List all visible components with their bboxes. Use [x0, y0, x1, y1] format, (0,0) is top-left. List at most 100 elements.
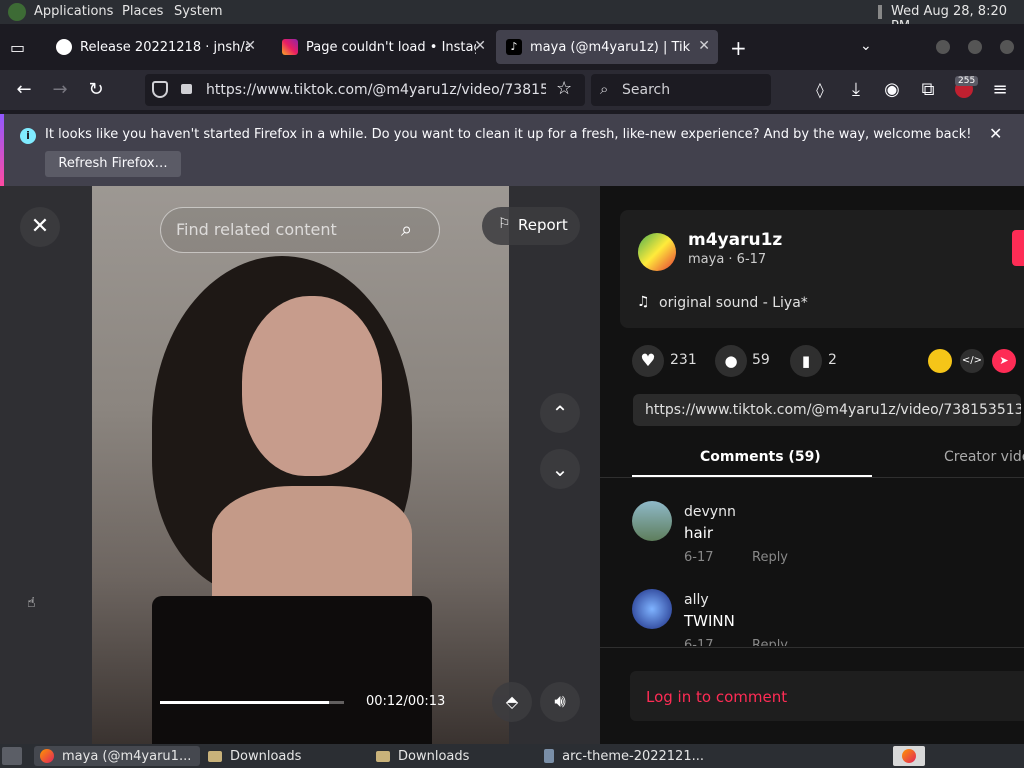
downloads-icon[interactable]: ⤓: [845, 79, 867, 101]
tab-comments[interactable]: Comments (59): [700, 449, 821, 465]
close-tab-icon[interactable]: ✕: [698, 38, 710, 54]
like-count: 231: [670, 352, 697, 368]
reload-icon[interactable]: ↻: [85, 79, 107, 101]
extension-badge: 255: [955, 76, 979, 86]
tab-creator-videos[interactable]: Creator vide: [944, 449, 1024, 465]
author-avatar[interactable]: [638, 233, 676, 271]
video-figure-top: [152, 596, 432, 744]
info-icon: i: [20, 128, 36, 144]
login-to-comment-link[interactable]: Log in to comment: [646, 688, 787, 706]
video-player[interactable]: [92, 186, 509, 744]
tab-tiktok[interactable]: ♪ maya⁣⁣ (@m4yaru1z) | TikTo ✕: [496, 30, 718, 64]
comment-icon[interactable]: ●: [715, 345, 747, 377]
author-display-date: maya⁣⁣ · 6-17: [688, 252, 767, 267]
taskbar-downloads-2[interactable]: Downloads: [370, 746, 536, 766]
reply-button[interactable]: Reply: [752, 550, 788, 565]
tab-github[interactable]: Release 20221218 · jnsh/arc ✕: [46, 30, 264, 64]
close-tab-icon[interactable]: ✕: [474, 38, 486, 54]
author-username[interactable]: m4yaru1z: [688, 230, 782, 250]
close-video-icon[interactable]: ✕: [20, 207, 60, 247]
menu-hamburger-icon[interactable]: ≡: [989, 79, 1011, 101]
firefox-view-icon[interactable]: ▭: [10, 38, 25, 57]
next-video-icon[interactable]: ⌄: [540, 449, 580, 489]
forward-icon[interactable]: →: [49, 79, 71, 101]
comment-user[interactable]: ally: [684, 592, 709, 608]
search-icon: ⌕: [600, 80, 609, 98]
gift-icon[interactable]: [928, 349, 952, 373]
share-icon[interactable]: ➤: [992, 349, 1016, 373]
show-desktop-icon[interactable]: [2, 747, 22, 765]
workspace-switcher[interactable]: [893, 746, 925, 766]
url-text[interactable]: https://www.tiktok.com/@m4yaru1z/video/7…: [206, 82, 546, 98]
search-icon[interactable]: ⌕: [401, 217, 412, 241]
archive-icon: [544, 749, 555, 763]
tiktok-icon: ♪: [506, 39, 522, 55]
follow-button[interactable]: [1012, 230, 1024, 266]
notification-stripe: [0, 114, 4, 186]
menu-places[interactable]: Places: [122, 4, 163, 19]
flag-icon: ⚐: [498, 216, 511, 232]
related-search-placeholder: Find related content: [176, 220, 337, 239]
menu-applications[interactable]: Applications: [34, 4, 113, 19]
bookmark-star-icon[interactable]: ☆: [556, 78, 572, 99]
progress-track[interactable]: [160, 701, 344, 704]
folder-icon: [208, 750, 222, 762]
close-notification-icon[interactable]: ✕: [989, 124, 1002, 143]
folder-icon: [376, 750, 390, 762]
separator: [878, 5, 882, 19]
github-icon: [56, 39, 72, 55]
like-icon[interactable]: ♥: [632, 345, 664, 377]
video-link[interactable]: https://www.tiktok.com/@m4yaru1z/video/7…: [633, 394, 1021, 426]
comment-avatar[interactable]: [632, 589, 672, 629]
music-note-icon: ♫: [637, 294, 650, 310]
embed-icon[interactable]: </>: [960, 349, 984, 373]
taskbar-downloads-1[interactable]: Downloads: [202, 746, 368, 766]
tab-instagram[interactable]: Page couldn't load • Instagra ✕: [272, 30, 494, 64]
comment-date: 6-17: [684, 550, 714, 565]
os-top-panel: Applications Places System Wed Aug 28, 8…: [0, 0, 1024, 34]
previous-video-icon[interactable]: ⌃: [540, 393, 580, 433]
comment-text: TWINN: [684, 612, 735, 630]
close-window-icon[interactable]: [1000, 40, 1014, 54]
comment-count: 59: [752, 352, 770, 368]
menu-system[interactable]: System: [174, 4, 222, 19]
report-button[interactable]: ⚐ Report: [482, 207, 580, 245]
refresh-firefox-button[interactable]: Refresh Firefox…: [45, 151, 181, 177]
back-icon[interactable]: ←: [13, 79, 35, 101]
minimize-icon[interactable]: [936, 40, 950, 54]
divider: [600, 647, 1024, 648]
notification-message: It looks like you haven't started Firefo…: [45, 127, 972, 142]
firefox-icon: [40, 749, 54, 763]
video-figure-face: [242, 296, 382, 476]
shield-icon[interactable]: [152, 81, 168, 98]
new-tab-icon[interactable]: +: [730, 36, 747, 60]
video-figure-neck: [212, 486, 412, 606]
taskbar-archive[interactable]: arc-theme-2022121...: [538, 746, 704, 766]
reply-button[interactable]: Reply: [752, 638, 788, 646]
pocket-icon[interactable]: ◊: [809, 79, 831, 101]
volume-icon[interactable]: 🔊︎: [540, 682, 580, 722]
comment-text: hair: [684, 524, 714, 542]
video-time: 00:12/00:13: [366, 694, 446, 709]
floating-player-icon[interactable]: ⬘: [492, 682, 532, 722]
lock-icon[interactable]: [181, 84, 192, 94]
progress-fill: [160, 701, 330, 704]
save-count: 2: [828, 352, 837, 368]
sound-name[interactable]: original sound - Liya*: [659, 295, 808, 311]
extensions-icon[interactable]: ⧉: [917, 79, 939, 101]
list-tabs-icon[interactable]: ⌄: [860, 38, 872, 54]
divider: [600, 477, 1024, 478]
related-search-input[interactable]: Find related content ⌕: [160, 207, 440, 253]
mouse-cursor-icon: ☝: [27, 595, 36, 611]
save-icon[interactable]: ▮: [790, 345, 822, 377]
taskbar-firefox[interactable]: maya⁣⁣ (@m4yaru1...: [34, 746, 200, 766]
maximize-icon[interactable]: [968, 40, 982, 54]
comment-avatar[interactable]: [632, 501, 672, 541]
report-label: Report: [518, 216, 568, 234]
search-bar[interactable]: [591, 74, 771, 106]
comment-date: 6-17: [684, 638, 714, 646]
comment-user[interactable]: devynn: [684, 504, 736, 520]
account-icon[interactable]: ◉: [881, 79, 903, 101]
distro-logo-icon[interactable]: [8, 3, 26, 21]
close-tab-icon[interactable]: ✕: [244, 38, 256, 54]
